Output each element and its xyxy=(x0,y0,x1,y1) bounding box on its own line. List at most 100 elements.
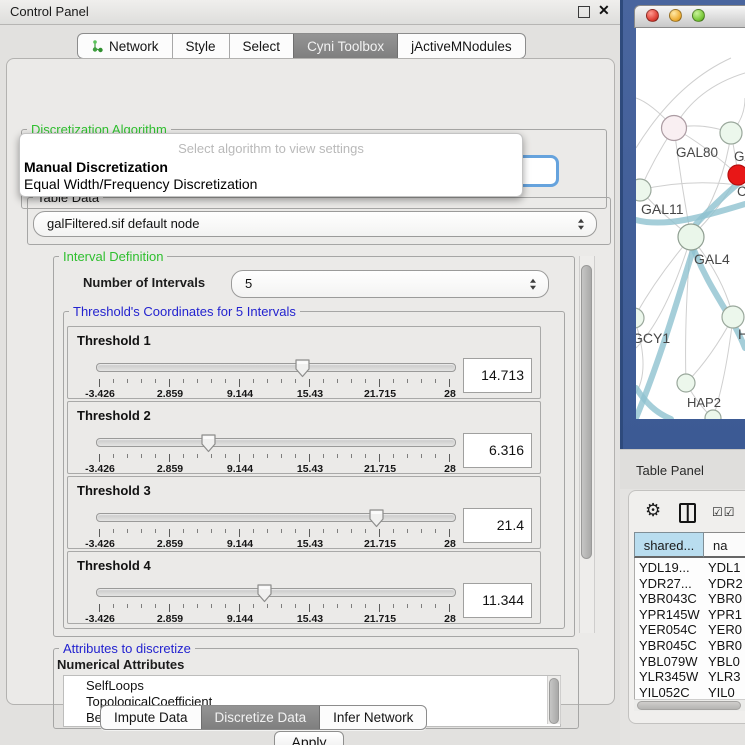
slider-track[interactable] xyxy=(96,363,456,372)
table-cell-name[interactable]: YBL0 xyxy=(708,654,745,670)
table-cell-name[interactable]: YLR3 xyxy=(708,669,745,685)
slider-thumb-icon[interactable] xyxy=(294,358,311,378)
dropdown-item-equal-width-frequency[interactable]: Equal Width/Frequency Discretization xyxy=(24,176,257,192)
slider-major-tick xyxy=(379,379,380,387)
threshold-row: Threshold 3-3.4262.8599.14415.4321.71528… xyxy=(67,476,541,549)
slider-tick-label: 28 xyxy=(444,463,456,475)
threshold-value-field[interactable]: 6.316 xyxy=(463,433,532,468)
float-window-icon[interactable] xyxy=(578,6,590,18)
slider-major-tick xyxy=(449,379,450,387)
slider-major-tick xyxy=(309,454,310,462)
slider-thumb-icon[interactable] xyxy=(200,433,217,453)
table-cell-name[interactable]: YPR1 xyxy=(708,607,745,623)
network-node-label: GAL80 xyxy=(676,145,718,160)
tab-label: Infer Network xyxy=(333,710,413,725)
threshold-slider[interactable]: -3.4262.8599.14415.4321.71528 xyxy=(94,432,458,472)
tab-jactivemnodules[interactable]: jActiveMNodules xyxy=(397,34,525,58)
settings-scrollbar-thumb[interactable] xyxy=(581,265,592,559)
algorithm-dropdown-hint: Select algorithm to view settings xyxy=(20,141,522,156)
gear-icon[interactable]: ⚙ xyxy=(645,500,661,521)
table-cell-shared-name[interactable]: YLR345W xyxy=(639,669,701,685)
attributes-scrollbar-thumb[interactable] xyxy=(549,678,559,724)
tab-cyni-toolbox[interactable]: Cyni Toolbox xyxy=(293,34,397,58)
network-node-label: H xyxy=(738,326,745,342)
table-cell-shared-name[interactable]: YBL079W xyxy=(639,654,701,670)
table-data-combo[interactable]: galFiltered.sif default node xyxy=(33,211,597,237)
slider-major-tick xyxy=(169,529,170,537)
table-cell-shared-name[interactable]: YBR045C xyxy=(639,638,701,654)
network-canvas[interactable]: GAL80GACGAL11GAL4GCY1HHAP2 xyxy=(636,28,745,419)
slider-tick-label: 21.715 xyxy=(364,463,396,475)
table-cell-shared-name[interactable]: YER054C xyxy=(639,622,701,638)
threshold-label: Threshold 4 xyxy=(77,558,151,573)
table-cell-name[interactable]: YDR2 xyxy=(708,576,745,592)
threshold-label: Threshold 1 xyxy=(77,333,151,348)
slider-track[interactable] xyxy=(96,588,456,597)
tab-infer-network[interactable]: Infer Network xyxy=(319,706,426,729)
table-cell-shared-name[interactable]: YDL19... xyxy=(639,560,701,576)
control-panel-window: Control Panel ✕ NetworkStyleSelectCyni T… xyxy=(0,0,620,745)
minimize-traffic-light-icon[interactable] xyxy=(669,9,682,22)
network-edge[interactable] xyxy=(674,73,745,128)
number-of-intervals-spinner[interactable]: 5 xyxy=(231,270,549,298)
network-node[interactable] xyxy=(728,165,745,185)
close-icon[interactable]: ✕ xyxy=(598,2,610,19)
network-node[interactable] xyxy=(678,224,704,250)
network-node[interactable] xyxy=(636,308,644,328)
network-node[interactable] xyxy=(705,410,721,419)
slider-minor-ticks xyxy=(99,604,451,608)
zoom-traffic-light-icon[interactable] xyxy=(692,9,705,22)
thresholds-group-title: Threshold's Coordinates for 5 Intervals xyxy=(69,304,300,319)
tab-discretize-data[interactable]: Discretize Data xyxy=(201,706,320,729)
threshold-value-field[interactable]: 21.4 xyxy=(463,508,532,543)
table-cell-shared-name[interactable]: YBR043C xyxy=(639,591,701,607)
tab-style[interactable]: Style xyxy=(172,34,229,58)
network-node[interactable] xyxy=(636,179,651,201)
slider-tick-label: 15.43 xyxy=(297,463,323,475)
threshold-value-field[interactable]: 14.713 xyxy=(463,358,532,393)
dropdown-item-manual-discretization[interactable]: Manual Discretization xyxy=(24,159,168,175)
attribute-list-item[interactable]: SelfLoops xyxy=(86,678,144,694)
threshold-slider[interactable]: -3.4262.8599.14415.4321.71528 xyxy=(94,582,458,622)
table-cell-name[interactable]: YER0 xyxy=(708,622,745,638)
column-header-shared[interactable]: shared... xyxy=(634,532,704,558)
tab-network[interactable]: Network xyxy=(78,34,172,58)
threshold-slider[interactable]: -3.4262.8599.14415.4321.71528 xyxy=(94,507,458,547)
network-edge[interactable] xyxy=(686,317,733,383)
table-cell-name[interactable]: YBR0 xyxy=(708,591,745,607)
threshold-value-field[interactable]: 11.344 xyxy=(463,583,532,618)
combo-arrows-icon xyxy=(578,219,584,230)
table-hscrollbar-thumb[interactable] xyxy=(637,701,741,710)
slider-thumb-icon[interactable] xyxy=(256,583,273,603)
threshold-label: Threshold 2 xyxy=(77,408,151,423)
table-cell-name[interactable]: YDL1 xyxy=(708,560,745,576)
tab-impute-data[interactable]: Impute Data xyxy=(101,706,201,729)
network-node[interactable] xyxy=(720,122,742,144)
table-cell-shared-name[interactable]: YPR145W xyxy=(639,607,701,623)
network-node[interactable] xyxy=(722,306,744,328)
slider-track[interactable] xyxy=(96,513,456,522)
slider-major-tick xyxy=(309,529,310,537)
table-data-combo-value: galFiltered.sif default node xyxy=(47,216,199,231)
apply-button[interactable]: Apply xyxy=(274,731,344,745)
threshold-row: Threshold 4 -3.4262.8599.14415.4321.71528… xyxy=(67,551,541,624)
network-node-label: HAP2 xyxy=(687,395,721,410)
table-panel-title: Table Panel xyxy=(636,463,704,478)
close-traffic-light-icon[interactable] xyxy=(646,9,659,22)
table-cell-shared-name[interactable]: YDR27... xyxy=(639,576,701,592)
threshold-slider[interactable]: -3.4262.8599.14415.4321.71528 xyxy=(94,357,458,397)
slider-major-tick xyxy=(99,379,100,387)
network-node[interactable] xyxy=(677,374,695,392)
network-node[interactable] xyxy=(662,116,687,141)
tab-label: Select xyxy=(243,39,281,54)
tab-label: jActiveMNodules xyxy=(411,39,512,54)
slider-major-tick xyxy=(449,529,450,537)
checkboxes-icon[interactable]: ☑☑ xyxy=(712,505,736,519)
columns-icon[interactable] xyxy=(679,503,696,523)
column-header-name[interactable]: na xyxy=(704,532,745,558)
slider-minor-ticks xyxy=(99,379,451,383)
tab-select[interactable]: Select xyxy=(229,34,294,58)
slider-track[interactable] xyxy=(96,438,456,447)
slider-thumb-icon[interactable] xyxy=(368,508,385,528)
table-cell-name[interactable]: YBR0 xyxy=(708,638,745,654)
